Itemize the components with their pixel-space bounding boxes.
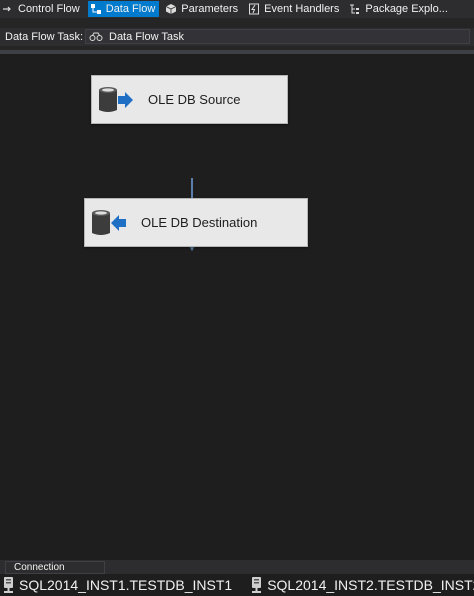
data-flow-task-icon — [89, 32, 103, 41]
connection-manager-name: SQL2014_INST1.TESTDB_INST1 — [19, 577, 233, 593]
component-label: OLE DB Destination — [141, 215, 258, 230]
package-explorer-icon — [350, 4, 360, 14]
ole-db-destination-component[interactable]: OLE DB Destination — [84, 198, 308, 247]
task-selector-bar: Data Flow Task: Data Flow Task — [0, 28, 474, 46]
connection-manager-name: SQL2014_INST2.TESTDB_INST2 — [267, 577, 474, 593]
tab-control-flow[interactable]: Control Flow — [0, 1, 84, 17]
tab-connection-managers[interactable]: Connection Managers — [5, 561, 105, 584]
data-flow-canvas[interactable] — [0, 54, 474, 560]
tab-label: Package Explo... — [365, 3, 448, 15]
tab-data-flow[interactable]: Data Flow — [87, 1, 160, 17]
parameters-icon — [166, 4, 177, 14]
database-connection-icon — [252, 577, 262, 593]
tab-label: Event Handlers — [264, 3, 340, 15]
task-label: Data Flow Task: — [5, 31, 84, 43]
database-connection-icon — [4, 577, 13, 593]
connection-manager-item[interactable]: SQL2014_INST1.TESTDB_INST1 — [0, 576, 232, 594]
tab-label: Data Flow — [105, 3, 156, 15]
connection-manager-item[interactable]: SQL2014_INST2.TESTDB_INST2 — [248, 576, 474, 594]
tab-parameters[interactable]: Parameters — [163, 1, 242, 17]
designer-tab-bar: Control Flow Data Flow Parameters Event … — [0, 0, 474, 18]
ole-db-source-icon — [99, 86, 133, 112]
task-dropdown-value: Data Flow Task — [109, 30, 184, 43]
tab-label: Control Flow — [18, 3, 80, 15]
task-dropdown[interactable]: Data Flow Task — [85, 29, 470, 44]
tab-package-explorer[interactable]: Package Explo... — [347, 1, 452, 17]
ole-db-destination-icon — [92, 209, 126, 235]
tab-label: Parameters — [181, 3, 239, 15]
data-flow-icon — [90, 4, 101, 14]
ole-db-source-component[interactable]: OLE DB Source — [91, 75, 288, 124]
tab-event-handlers[interactable]: Event Handlers — [246, 1, 343, 17]
component-label: OLE DB Source — [148, 92, 241, 107]
control-flow-icon — [3, 6, 11, 12]
event-handlers-icon — [249, 3, 260, 15]
connection-managers-list: SQL2014_INST1.TESTDB_INST1 SQL2014_INST2… — [0, 574, 474, 596]
